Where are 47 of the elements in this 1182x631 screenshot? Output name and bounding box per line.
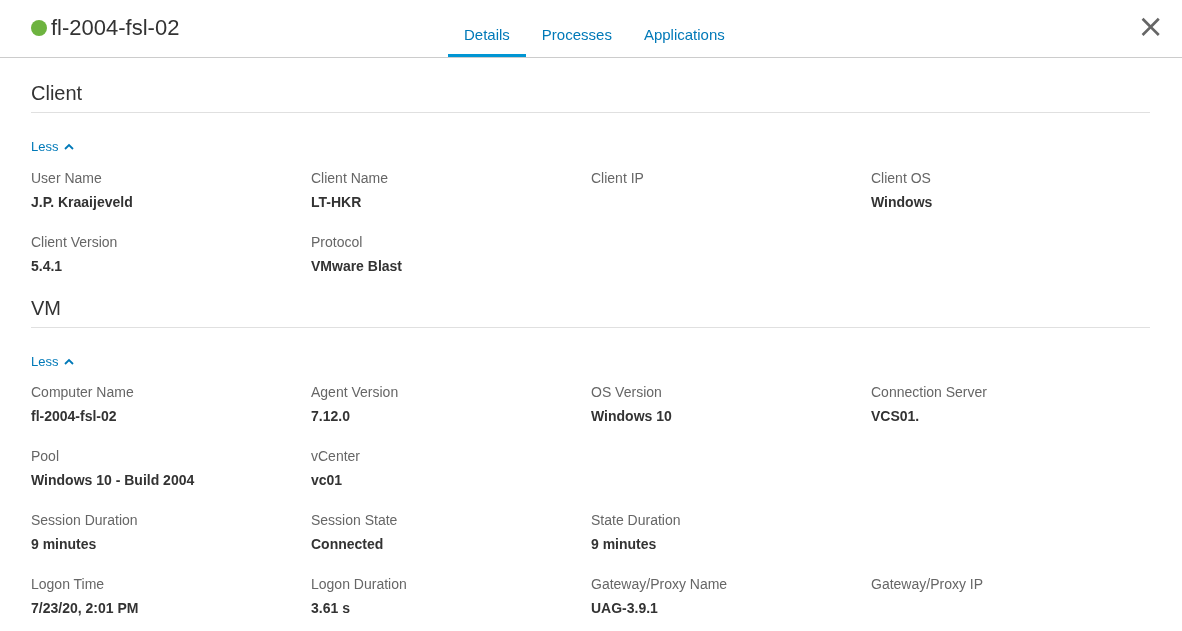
tab[interactable]: Processes [525,17,628,57]
field-value: 9 minutes [591,535,657,554]
section-title: VM [31,294,1150,328]
window-title: fl-2004-fsl-02 [51,14,180,42]
field-value: 9 minutes [31,535,97,554]
field-value: Connected [311,535,384,554]
close-button[interactable]: × [1137,10,1164,42]
field-label: OS Version [591,383,662,402]
field-label: Agent Version [311,383,399,402]
field-value: 7.12.0 [311,407,350,426]
field-label: Gateway/Proxy IP [871,575,984,594]
field-label: Logon Duration [311,575,407,594]
chevron-up-icon [64,357,75,365]
tab[interactable]: Details [448,17,526,57]
field-label: Session State [311,511,398,530]
chevron-up-icon [64,143,75,151]
field-label: Computer Name [31,383,134,402]
field-label: vCenter [311,447,361,466]
field-value: 7/23/20, 2:01 PM [31,599,139,618]
field-value: VMware Blast [311,256,403,276]
field-label: Protocol [311,232,363,252]
field-value: Windows [871,192,933,212]
field-label: Connection Server [871,383,987,402]
field-value: 5.4.1 [31,256,63,276]
field-value: Windows 10 [591,407,672,426]
section-title: Client [31,80,1150,113]
toggle-link[interactable]: Less [31,351,75,371]
field-label: Session Duration [31,511,138,530]
field-value: vc01 [311,471,343,490]
field-label: Pool [31,447,60,466]
field-label: Logon Time [31,575,105,594]
toggle-link[interactable]: Less [31,137,75,157]
field-value: Windows 10 - Build 2004 [31,471,195,490]
field-value: fl-2004-fsl-02 [31,407,117,426]
field-label: Client Version [31,232,118,252]
field-label: Client IP [591,168,644,188]
field-value: J.P. Kraaijeveld [31,192,133,212]
field-value: VCS01. [871,407,920,426]
field-label: State Duration [591,511,681,530]
field-value: UAG-3.9.1 [591,599,658,618]
field-value: 3.61 s [311,599,350,618]
field-label: Gateway/Proxy Name [591,575,728,594]
field-value: LT-HKR [311,192,362,212]
field-label: Client OS [871,168,931,188]
tab[interactable]: Applications [627,17,741,57]
field-label: User Name [31,168,102,188]
field-label: Client Name [311,168,389,188]
